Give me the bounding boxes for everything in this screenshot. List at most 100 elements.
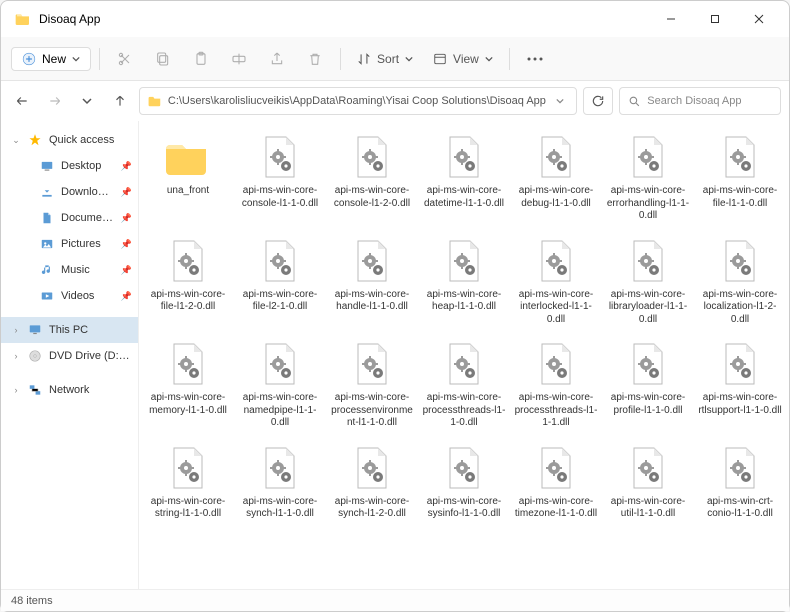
pin-icon: 📌	[121, 291, 132, 302]
file-item[interactable]: api-ms-win-core-console-l1-2-0.dll	[327, 129, 417, 227]
chevron-down-icon	[405, 55, 413, 63]
view-button[interactable]: View	[425, 48, 501, 70]
file-item[interactable]: api-ms-win-core-rtlsupport-l1-1-0.dll	[695, 336, 785, 434]
sidebar-network[interactable]: › Network	[1, 377, 138, 403]
file-item[interactable]: api-ms-win-core-processthreads-l1-1-1.dl…	[511, 336, 601, 434]
file-item[interactable]: api-ms-win-core-interlocked-l1-1-0.dll	[511, 233, 601, 331]
dll-icon	[624, 340, 672, 388]
file-item[interactable]: api-ms-win-core-handle-l1-1-0.dll	[327, 233, 417, 331]
file-item[interactable]: api-ms-win-core-namedpipe-l1-1-0.dll	[235, 336, 325, 434]
file-item[interactable]: api-ms-win-core-datetime-l1-1-0.dll	[419, 129, 509, 227]
file-name: api-ms-win-core-string-l1-1-0.dll	[146, 496, 230, 521]
monitor-icon	[27, 322, 43, 338]
back-button[interactable]	[9, 87, 35, 115]
file-name: api-ms-win-core-memory-l1-1-0.dll	[146, 392, 230, 417]
file-item[interactable]: api-ms-win-core-sysinfo-l1-1-0.dll	[419, 440, 509, 525]
status-bar: 48 items	[1, 589, 789, 611]
refresh-button[interactable]	[583, 87, 613, 115]
navbar: C:\Users\karolisliucveikis\AppData\Roami…	[1, 81, 789, 121]
file-item[interactable]: una_front	[143, 129, 233, 227]
file-item[interactable]: api-ms-win-core-memory-l1-1-0.dll	[143, 336, 233, 434]
file-item[interactable]: api-ms-win-core-errorhandling-l1-1-0.dll	[603, 129, 693, 227]
file-item[interactable]: api-ms-win-core-synch-l1-2-0.dll	[327, 440, 417, 525]
search-placeholder: Search Disoaq App	[647, 95, 741, 107]
paste-button[interactable]	[184, 44, 218, 74]
sidebar-item-documents[interactable]: Documents📌	[1, 205, 138, 231]
file-name: api-ms-win-core-file-l2-1-0.dll	[238, 289, 322, 314]
dll-icon	[440, 133, 488, 181]
file-item[interactable]: api-ms-win-core-processenvironment-l1-1-…	[327, 336, 417, 434]
copy-button[interactable]	[146, 44, 180, 74]
dll-icon	[256, 133, 304, 181]
dll-icon	[348, 444, 396, 492]
file-item[interactable]: api-ms-win-core-debug-l1-1-0.dll	[511, 129, 601, 227]
search-input[interactable]: Search Disoaq App	[619, 87, 781, 115]
minimize-button[interactable]	[649, 4, 693, 34]
new-button[interactable]: New	[11, 47, 91, 71]
rename-button[interactable]	[222, 44, 256, 74]
more-button[interactable]	[518, 44, 552, 74]
sidebar-this-pc[interactable]: › This PC	[1, 317, 138, 343]
share-button[interactable]	[260, 44, 294, 74]
file-item[interactable]: api-ms-win-core-profile-l1-1-0.dll	[603, 336, 693, 434]
dll-icon	[164, 444, 212, 492]
dll-icon	[256, 340, 304, 388]
delete-button[interactable]	[298, 44, 332, 74]
file-item[interactable]: api-ms-win-core-file-l1-2-0.dll	[143, 233, 233, 331]
pin-icon: 📌	[121, 213, 132, 224]
folder-icon	[15, 11, 31, 27]
disc-icon	[27, 348, 43, 364]
file-item[interactable]: api-ms-win-core-file-l2-1-0.dll	[235, 233, 325, 331]
file-item[interactable]: api-ms-win-core-string-l1-1-0.dll	[143, 440, 233, 525]
cut-button[interactable]	[108, 44, 142, 74]
file-item[interactable]: api-ms-win-core-localization-l1-2-0.dll	[695, 233, 785, 331]
file-item[interactable]: api-ms-win-core-processthreads-l1-1-0.dl…	[419, 336, 509, 434]
maximize-button[interactable]	[693, 4, 737, 34]
file-item[interactable]: api-ms-win-core-heap-l1-1-0.dll	[419, 233, 509, 331]
sidebar-item-desktop[interactable]: Desktop📌	[1, 153, 138, 179]
pin-icon: 📌	[121, 239, 132, 250]
file-list[interactable]: una_front api-ms-win-core-console-l1-1-0.…	[139, 121, 789, 589]
file-item[interactable]: api-ms-win-core-libraryloader-l1-1-0.dll	[603, 233, 693, 331]
sort-button[interactable]: Sort	[349, 48, 421, 70]
star-icon	[27, 132, 43, 148]
close-button[interactable]	[737, 4, 781, 34]
file-item[interactable]: api-ms-win-core-console-l1-1-0.dll	[235, 129, 325, 227]
file-name: api-ms-win-core-handle-l1-1-0.dll	[330, 289, 414, 314]
dll-icon	[164, 340, 212, 388]
file-item[interactable]: api-ms-win-core-synch-l1-1-0.dll	[235, 440, 325, 525]
address-bar[interactable]: C:\Users\karolisliucveikis\AppData\Roami…	[139, 87, 577, 115]
file-name: api-ms-win-core-profile-l1-1-0.dll	[606, 392, 690, 417]
plus-icon	[22, 52, 36, 66]
forward-button[interactable]	[41, 87, 67, 115]
file-name: api-ms-win-core-synch-l1-2-0.dll	[330, 496, 414, 521]
file-name: api-ms-win-core-processthreads-l1-1-0.dl…	[422, 392, 506, 430]
sidebar-dvd-drive[interactable]: › DVD Drive (D:) CCCC	[1, 343, 138, 369]
sidebar-quick-access[interactable]: ⌄ Quick access	[1, 127, 138, 153]
sidebar-item-downloads[interactable]: Downloads📌	[1, 179, 138, 205]
sidebar-item-music[interactable]: Music📌	[1, 257, 138, 283]
file-name: api-ms-win-core-interlocked-l1-1-0.dll	[514, 289, 598, 327]
dll-icon	[440, 340, 488, 388]
file-name: api-ms-win-core-namedpipe-l1-1-0.dll	[238, 392, 322, 430]
file-item[interactable]: api-ms-win-crt-conio-l1-1-0.dll	[695, 440, 785, 525]
file-name: una_front	[167, 185, 209, 198]
file-item[interactable]: api-ms-win-core-timezone-l1-1-0.dll	[511, 440, 601, 525]
file-item[interactable]: api-ms-win-core-file-l1-1-0.dll	[695, 129, 785, 227]
music-icon	[39, 262, 55, 278]
dll-icon	[256, 237, 304, 285]
file-item[interactable]: api-ms-win-core-util-l1-1-0.dll	[603, 440, 693, 525]
chevron-right-icon: ›	[11, 351, 21, 361]
dll-icon	[348, 237, 396, 285]
dll-icon	[716, 340, 764, 388]
pin-icon: 📌	[121, 265, 132, 276]
up-button[interactable]	[106, 87, 132, 115]
file-name: api-ms-win-core-synch-l1-1-0.dll	[238, 496, 322, 521]
titlebar: Disoaq App	[1, 1, 789, 37]
sidebar-item-videos[interactable]: Videos📌	[1, 283, 138, 309]
window-title: Disoaq App	[39, 12, 100, 26]
sidebar-item-pictures[interactable]: Pictures📌	[1, 231, 138, 257]
recent-button[interactable]	[74, 87, 100, 115]
address-path: C:\Users\karolisliucveikis\AppData\Roami…	[168, 95, 546, 107]
chevron-down-icon[interactable]	[552, 97, 568, 105]
